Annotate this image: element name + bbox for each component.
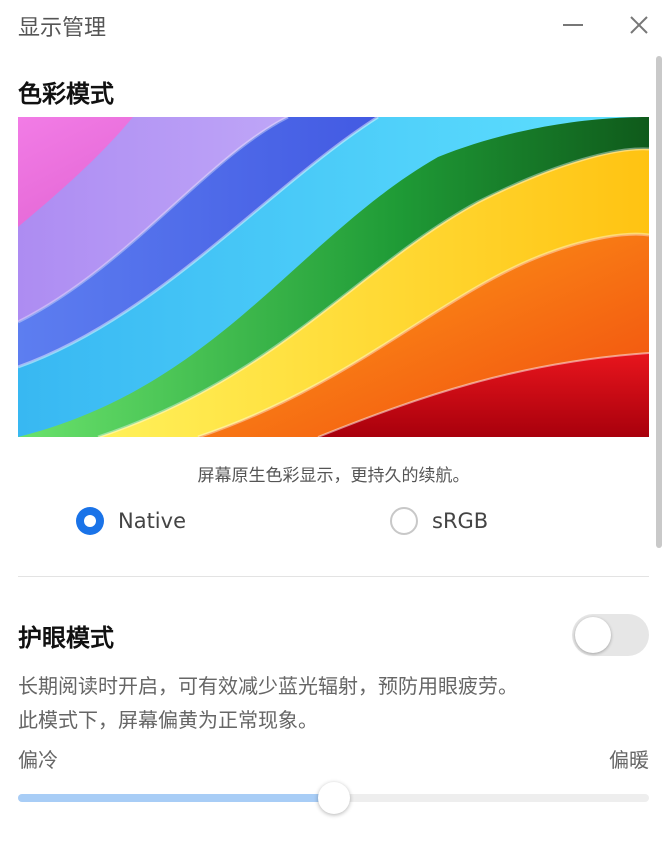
slider-fill [18,794,334,802]
radio-srgb[interactable]: sRGB [390,503,488,539]
radio-srgb-label: sRGB [432,509,489,533]
scrollbar-thumb[interactable] [656,56,662,548]
radio-native[interactable]: Native [76,503,186,539]
slider-label-warm: 偏暖 [609,748,649,772]
title-bar: 显示管理 [0,0,670,52]
radio-unselected-icon [390,507,418,535]
eye-care-description-line1: 长期阅读时开启，可有效减少蓝光辐射，预防用眼疲劳。 [18,674,518,698]
section-divider [18,576,649,577]
color-temperature-slider[interactable] [18,782,649,814]
slider-label-cool: 偏冷 [18,748,58,772]
radio-native-label: Native [118,509,186,533]
color-preview-image [18,117,649,437]
color-mode-caption: 屏幕原生色彩显示，更持久的续航。 [197,466,470,486]
window-title: 显示管理 [18,16,107,41]
toggle-knob [575,617,611,653]
close-icon [630,16,648,34]
close-button[interactable] [622,8,656,42]
color-mode-title: 色彩模式 [18,80,114,108]
minimize-icon [563,24,583,26]
slider-thumb[interactable] [317,782,350,814]
eye-care-title: 护眼模式 [18,624,114,652]
eye-care-toggle[interactable] [572,614,649,656]
eye-care-description-line2: 此模式下，屏幕偏黄为正常现象。 [18,708,318,732]
minimize-button[interactable] [556,8,590,42]
radio-selected-icon [76,507,104,535]
